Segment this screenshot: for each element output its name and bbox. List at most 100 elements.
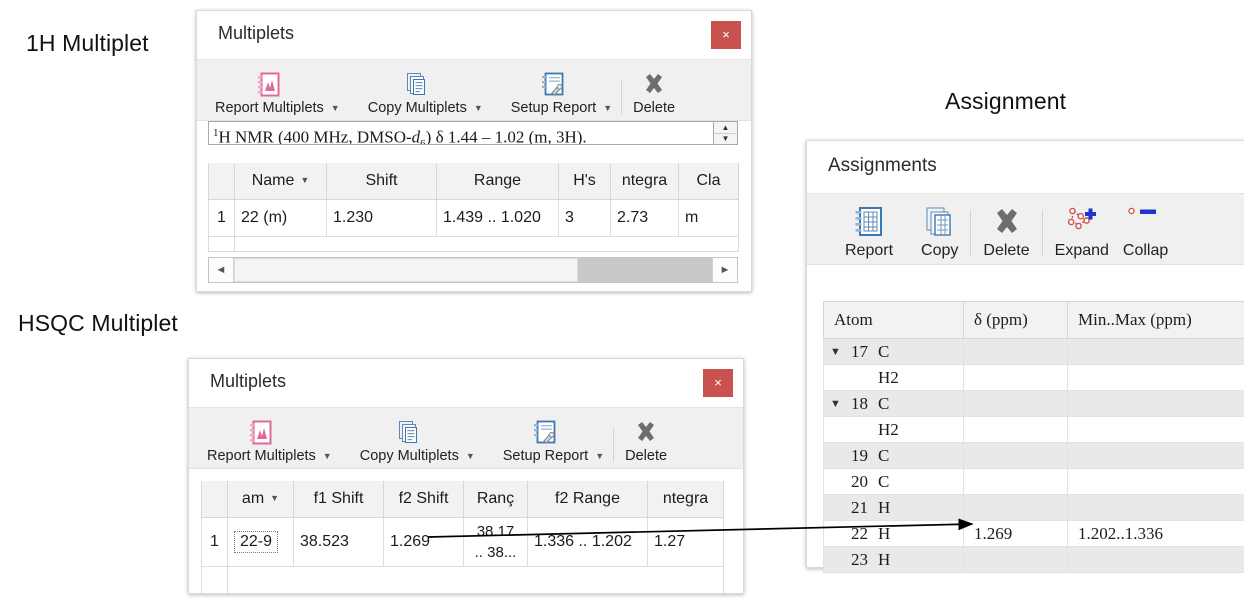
delete-button[interactable]: Delete <box>621 419 671 464</box>
table-row[interactable]: 23 H <box>823 546 1244 573</box>
cell-delta[interactable] <box>963 416 1068 443</box>
report-spinner[interactable]: ▲ ▼ <box>713 122 737 144</box>
column-header-shift[interactable]: Shift <box>326 163 437 200</box>
copy-multiplets-button[interactable]: Copy Multiplets <box>356 419 463 464</box>
cell-integral[interactable]: 1.27 <box>647 517 724 567</box>
spinner-down-icon[interactable]: ▼ <box>714 134 737 145</box>
table-row[interactable]: 1 22-9 38.523 1.269 38.17 .. 38... 1.336… <box>201 517 724 567</box>
cell-delta[interactable]: 1.269 <box>963 520 1068 547</box>
table-row[interactable]: ▼ 18 C <box>823 390 1244 417</box>
cell-atom[interactable]: 22 H <box>823 520 964 547</box>
cell-delta[interactable] <box>963 390 1068 417</box>
report-multiplets-dropdown-icon[interactable]: ▼ <box>323 451 332 461</box>
table-row[interactable]: H2 <box>823 364 1244 391</box>
column-header-f2-range[interactable]: f2 Range <box>527 481 648 518</box>
chevron-down-icon[interactable]: ▼ <box>300 175 309 185</box>
chevron-down-icon[interactable]: ▼ <box>270 493 279 503</box>
cell-minmax[interactable] <box>1067 468 1244 495</box>
cell-minmax[interactable] <box>1067 546 1244 573</box>
cell-class[interactable]: m <box>678 199 739 237</box>
cell-minmax[interactable] <box>1067 364 1244 391</box>
cell-delta[interactable] <box>963 494 1068 521</box>
chevron-down-icon[interactable]: ▼ <box>830 346 841 358</box>
cell-minmax[interactable] <box>1067 494 1244 521</box>
cell-minmax[interactable]: 1.202..1.336 <box>1067 520 1244 547</box>
assignments-delete-button[interactable]: Delete <box>979 205 1033 260</box>
table-row[interactable]: 1 22 (m) 1.230 1.439 .. 1.020 3 2.73 m <box>208 199 739 237</box>
column-header-hs[interactable]: H's <box>558 163 611 200</box>
cell-atom[interactable]: 19 C <box>823 442 964 469</box>
close-icon[interactable]: × <box>703 369 733 397</box>
scrollbar-track[interactable] <box>234 258 712 282</box>
report-multiplets-dropdown-icon[interactable]: ▼ <box>331 103 340 113</box>
delete-button[interactable]: Delete <box>629 71 679 116</box>
scroll-right-icon[interactable]: ► <box>712 258 737 282</box>
setup-report-button[interactable]: Setup Report <box>507 71 600 116</box>
assignments-expand-button[interactable]: Expand <box>1051 205 1113 260</box>
cell-delta[interactable] <box>963 468 1068 495</box>
cell-f1-shift[interactable]: 38.523 <box>293 517 384 567</box>
cell-minmax[interactable] <box>1067 442 1244 469</box>
column-header-f2-shift[interactable]: f2 Shift <box>383 481 464 518</box>
cell-f1-range[interactable]: 38.17 .. 38... <box>463 517 528 567</box>
cell-integral[interactable]: 2.73 <box>610 199 679 237</box>
table-row[interactable]: H2 <box>823 416 1244 443</box>
cell-atom[interactable]: 20 C <box>823 468 964 495</box>
cell-delta[interactable] <box>963 546 1068 573</box>
cell-delta[interactable] <box>963 338 1068 365</box>
column-header-atom[interactable]: Atom <box>823 301 964 339</box>
setup-report-dropdown-icon[interactable]: ▼ <box>603 103 612 113</box>
close-icon[interactable]: × <box>711 21 741 49</box>
column-header-integral[interactable]: ntegra <box>610 163 679 200</box>
cell-atom[interactable]: ▼ 18 C <box>823 390 964 417</box>
cell-atom[interactable]: ▼ 17 C <box>823 338 964 365</box>
cell-shift[interactable]: 1.230 <box>326 199 437 237</box>
copy-multiplets-dropdown-icon[interactable]: ▼ <box>466 451 475 461</box>
table-row[interactable]: 21 H <box>823 494 1244 521</box>
column-header-delta[interactable]: δ (ppm) <box>963 301 1068 339</box>
cell-f2-shift[interactable]: 1.269 <box>383 517 464 567</box>
table-row[interactable]: ▼ 17 C <box>823 338 1244 365</box>
column-header-range[interactable]: Range <box>436 163 559 200</box>
cell-f2-range[interactable]: 1.336 .. 1.202 <box>527 517 648 567</box>
cell-atom[interactable]: 23 H <box>823 546 964 573</box>
report-multiplets-button[interactable]: Report Multiplets <box>211 71 328 116</box>
table-row[interactable]: 19 C <box>823 442 1244 469</box>
chevron-down-icon[interactable]: ▼ <box>830 398 841 410</box>
assignments-table-wrap: Atom δ (ppm) Min..Max (ppm) ▼ 17 C H2 ▼ 18 C… <box>823 301 1244 573</box>
cell-name[interactable]: 22-9 <box>227 517 294 567</box>
column-header-name[interactable]: am ▼ <box>227 481 294 518</box>
column-header-f1-shift[interactable]: f1 Shift <box>293 481 384 518</box>
horizontal-scrollbar[interactable]: ◄ ► <box>208 257 738 283</box>
scrollbar-thumb[interactable] <box>234 258 579 282</box>
column-header-name[interactable]: Name ▼ <box>234 163 327 200</box>
cell-atom[interactable]: H2 <box>823 364 964 391</box>
cell-minmax[interactable] <box>1067 390 1244 417</box>
column-header-minmax[interactable]: Min..Max (ppm) <box>1067 301 1244 339</box>
setup-report-button[interactable]: Setup Report <box>499 419 592 464</box>
table-row[interactable]: 20 C <box>823 468 1244 495</box>
assignments-collapse-button[interactable]: Collap <box>1119 205 1172 260</box>
column-header-class[interactable]: Cla <box>678 163 739 200</box>
cell-hs[interactable]: 3 <box>558 199 611 237</box>
cell-name[interactable]: 22 (m) <box>234 199 327 237</box>
cell-atom[interactable]: 21 H <box>823 494 964 521</box>
spinner-up-icon[interactable]: ▲ <box>714 122 737 134</box>
assignments-copy-button[interactable]: Copy <box>917 205 962 260</box>
report-text-field[interactable]: 1H NMR (400 MHz, DMSO-d6) δ 1.44 – 1.02 … <box>208 121 738 145</box>
cell-minmax[interactable] <box>1067 416 1244 443</box>
cell-delta[interactable] <box>963 364 1068 391</box>
cell-atom[interactable]: H2 <box>823 416 964 443</box>
table-row[interactable]: 22 H 1.269 1.202..1.336 <box>823 520 1244 547</box>
cell-range[interactable]: 1.439 .. 1.020 <box>436 199 559 237</box>
column-header-f1-range[interactable]: Ranç <box>463 481 528 518</box>
cell-minmax[interactable] <box>1067 338 1244 365</box>
report-multiplets-button[interactable]: Report Multiplets <box>203 419 320 464</box>
copy-multiplets-dropdown-icon[interactable]: ▼ <box>474 103 483 113</box>
assignments-report-button[interactable]: Report <box>841 205 897 260</box>
cell-delta[interactable] <box>963 442 1068 469</box>
column-header-integral[interactable]: ntegra <box>647 481 724 518</box>
setup-report-dropdown-icon[interactable]: ▼ <box>595 451 604 461</box>
scroll-left-icon[interactable]: ◄ <box>209 258 234 282</box>
copy-multiplets-button[interactable]: Copy Multiplets <box>364 71 471 116</box>
